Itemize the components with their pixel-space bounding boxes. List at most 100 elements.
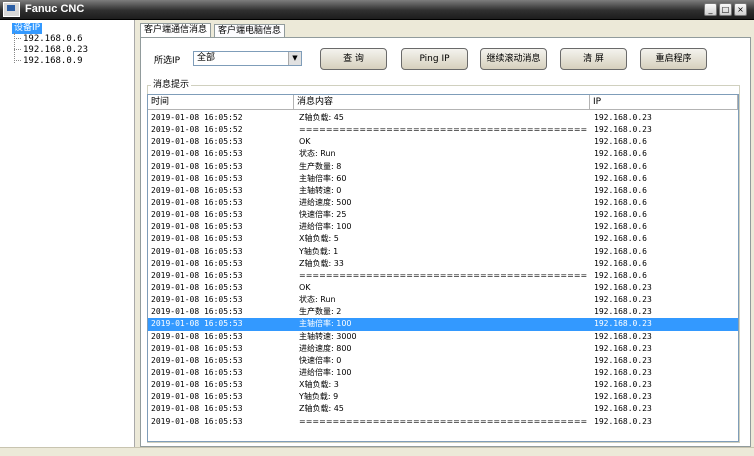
table-row[interactable]: 2019-01-08 16:05:52 =====================… xyxy=(148,124,738,136)
table-row[interactable]: 2019-01-08 16:05:53 生产数量: 2 192.168.0.23 xyxy=(148,306,738,318)
cell-content: X轴负载: 3 xyxy=(299,380,339,390)
table-row[interactable]: 2019-01-08 16:05:53 进给速度: 800 192.168.0.23 xyxy=(148,343,738,355)
ping-ip-button[interactable]: Ping IP xyxy=(401,48,468,70)
column-header-time[interactable]: 时间 xyxy=(148,95,294,110)
table-row[interactable]: 2019-01-08 16:05:53 主轴倍率: 60 192.168.0.6 xyxy=(148,173,738,185)
tree-item-ip[interactable]: 192.168.0.6 xyxy=(14,34,83,45)
cell-content: Y轴负载: 1 xyxy=(299,246,339,256)
cell-time: 2019-01-08 16:05:52 xyxy=(151,113,243,122)
table-row[interactable]: 2019-01-08 16:05:53 OK 192.168.0.23 xyxy=(148,282,738,294)
message-list[interactable]: 时间 消息内容 IP 2019-01-08 16:05:52 Z轴负载: 45 19… xyxy=(147,94,739,442)
cell-ip: 192.168.0.6 xyxy=(594,137,647,147)
cell-ip: 192.168.0.6 xyxy=(594,197,647,207)
cell-ip: 192.168.0.6 xyxy=(594,258,647,268)
query-button[interactable]: 查 询 xyxy=(320,48,387,70)
cell-ip: 192.168.0.6 xyxy=(594,246,647,256)
maximize-button[interactable]: □ xyxy=(719,3,732,16)
restart-program-button[interactable]: 重启程序 xyxy=(640,48,707,70)
ip-select[interactable]: 全部 ▼ xyxy=(193,51,302,66)
title-bar[interactable]: Fanuc CNC _ □ × xyxy=(0,0,754,20)
table-row[interactable]: 2019-01-08 16:05:53 X轴负载: 5 192.168.0.6 xyxy=(148,233,738,245)
cell-content: X轴负载: 5 xyxy=(299,234,339,244)
table-row[interactable]: 2019-01-08 16:05:53 Y轴负载: 9 192.168.0.23 xyxy=(148,391,738,403)
table-row[interactable]: 2019-01-08 16:05:53 =====================… xyxy=(148,416,738,428)
cell-time: 2019-01-08 16:05:53 xyxy=(151,137,243,147)
ip-select-label: 所选IP xyxy=(154,56,181,66)
continue-scroll-button[interactable]: 继续滚动消息 xyxy=(480,48,547,70)
cell-ip: 192.168.0.23 xyxy=(594,307,652,317)
cell-ip: 192.168.0.6 xyxy=(594,173,647,183)
cell-time: 2019-01-08 16:05:53 xyxy=(151,343,243,353)
close-button[interactable]: × xyxy=(734,3,747,16)
column-header-ip[interactable]: IP xyxy=(590,95,738,110)
cell-ip: 192.168.0.6 xyxy=(594,149,647,159)
table-row[interactable]: 2019-01-08 16:05:53 主轴倍率: 100 192.168.0.23 xyxy=(148,318,738,331)
cell-content: 进给倍率: 100 xyxy=(299,222,352,232)
clear-screen-button[interactable]: 清 屏 xyxy=(560,48,627,70)
cell-time: 2019-01-08 16:05:53 xyxy=(151,392,243,402)
cell-content: 状态: Run xyxy=(299,149,336,159)
table-row[interactable]: 2019-01-08 16:05:53 快速倍率: 0 192.168.0.23 xyxy=(148,355,738,367)
cell-time: 2019-01-08 16:05:53 xyxy=(151,295,243,305)
cell-time: 2019-01-08 16:05:53 xyxy=(151,185,243,195)
chevron-down-icon[interactable]: ▼ xyxy=(288,52,301,65)
splitter[interactable] xyxy=(135,20,139,447)
cell-time: 2019-01-08 16:05:53 xyxy=(151,234,243,244)
cell-ip: 192.168.0.23 xyxy=(594,380,652,390)
cell-ip: 192.168.0.23 xyxy=(594,319,652,329)
cell-content: 生产数量: 8 xyxy=(299,161,342,171)
table-row[interactable]: 2019-01-08 16:05:53 X轴负载: 3 192.168.0.23 xyxy=(148,379,738,391)
tab-client-messages[interactable]: 客户端通信消息 xyxy=(140,23,212,38)
cell-content: 快速倍率: 0 xyxy=(299,355,342,365)
cell-time: 2019-01-08 16:05:53 xyxy=(151,173,243,183)
cell-time: 2019-01-08 16:05:53 xyxy=(151,319,243,329)
cell-content: 主轴倍率: 60 xyxy=(299,173,347,183)
table-row[interactable]: 2019-01-08 16:05:53 OK 192.168.0.6 xyxy=(148,136,738,148)
table-row[interactable]: 2019-01-08 16:05:53 Z轴负载: 33 192.168.0.6 xyxy=(148,258,738,270)
cell-ip: 192.168.0.23 xyxy=(594,343,652,353)
cell-ip: 192.168.0.23 xyxy=(594,125,652,135)
cell-time: 2019-01-08 16:05:53 xyxy=(151,197,243,207)
cell-content: 快速倍率: 25 xyxy=(299,210,347,220)
cell-ip: 192.168.0.23 xyxy=(594,367,652,377)
cell-time: 2019-01-08 16:05:53 xyxy=(151,282,243,292)
table-row[interactable]: 2019-01-08 16:05:53 =====================… xyxy=(148,270,738,282)
tree-item-ip[interactable]: 192.168.0.23 xyxy=(14,45,88,56)
tree-root-device-ip[interactable]: 设备IP xyxy=(12,23,43,34)
table-row[interactable]: 2019-01-08 16:05:53 状态: Run 192.168.0.6 xyxy=(148,148,738,160)
table-row[interactable]: 2019-01-08 16:05:53 生产数量: 8 192.168.0.6 xyxy=(148,161,738,173)
table-row[interactable]: 2019-01-08 16:05:53 主轴转速: 3000 192.168.0.2… xyxy=(148,331,738,343)
table-row[interactable]: 2019-01-08 16:05:52 Z轴负载: 45 192.168.0.23 xyxy=(148,112,738,124)
table-row[interactable]: 2019-01-08 16:05:53 快速倍率: 25 192.168.0.6 xyxy=(148,209,738,221)
tree-item-ip[interactable]: 192.168.0.9 xyxy=(14,56,83,67)
cell-content: 进给速度: 800 xyxy=(299,343,352,353)
cell-ip: 192.168.0.23 xyxy=(594,282,652,292)
device-ip-tree[interactable]: 设备IP 192.168.0.6 192.168.0.23 192.168.0.… xyxy=(0,20,135,447)
cell-time: 2019-01-08 16:05:53 xyxy=(151,270,243,280)
cell-content: Y轴负载: 9 xyxy=(299,392,339,402)
cell-content: 主轴转速: 3000 xyxy=(299,331,357,341)
table-row[interactable]: 2019-01-08 16:05:53 进给速度: 500 192.168.0.6 xyxy=(148,197,738,209)
cell-content: OK xyxy=(299,137,311,147)
cell-ip: 192.168.0.6 xyxy=(594,270,647,280)
table-row[interactable]: 2019-01-08 16:05:53 进给倍率: 100 192.168.0.6 xyxy=(148,221,738,233)
table-row[interactable]: 2019-01-08 16:05:53 主轴转速: 0 192.168.0.6 xyxy=(148,185,738,197)
table-row[interactable]: 2019-01-08 16:05:53 Z轴负载: 45 192.168.0.23 xyxy=(148,403,738,415)
tab-client-pc-info[interactable]: 客户端电脑信息 xyxy=(214,24,286,37)
cell-time: 2019-01-08 16:05:53 xyxy=(151,367,243,377)
minimize-button[interactable]: _ xyxy=(704,3,717,16)
cell-ip: 192.168.0.23 xyxy=(594,416,652,426)
column-header-content[interactable]: 消息内容 xyxy=(294,95,590,110)
cell-content: OK xyxy=(299,282,311,292)
table-row[interactable]: 2019-01-08 16:05:53 进给倍率: 100 192.168.0.23 xyxy=(148,367,738,379)
ip-select-value: 全部 xyxy=(197,53,216,63)
cell-time: 2019-01-08 16:05:53 xyxy=(151,404,243,414)
table-row[interactable]: 2019-01-08 16:05:53 状态: Run 192.168.0.23 xyxy=(148,294,738,306)
table-row[interactable]: 2019-01-08 16:05:53 Y轴负载: 1 192.168.0.6 xyxy=(148,246,738,258)
cell-ip: 192.168.0.23 xyxy=(594,355,652,365)
cell-ip: 192.168.0.6 xyxy=(594,234,647,244)
cell-ip: 192.168.0.23 xyxy=(594,392,652,402)
cell-time: 2019-01-08 16:05:53 xyxy=(151,307,243,317)
cell-content: 状态: Run xyxy=(299,295,336,305)
cell-time: 2019-01-08 16:05:53 xyxy=(151,258,243,268)
